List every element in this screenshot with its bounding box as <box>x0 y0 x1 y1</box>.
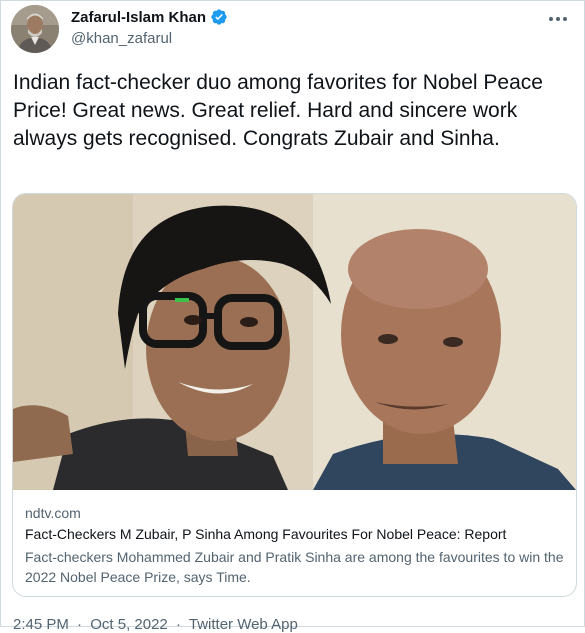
link-card[interactable]: ndtv.com Fact-Checkers M Zubair, P Sinha… <box>12 193 577 597</box>
tweet-time[interactable]: 2:45 PM <box>13 616 69 633</box>
tweet-text: Indian fact-checker duo among favorites … <box>13 71 543 150</box>
card-title: Fact-Checkers M Zubair, P Sinha Among Fa… <box>25 526 507 542</box>
tweet-date[interactable]: Oct 5, 2022 <box>90 616 168 633</box>
verified-badge-icon <box>211 9 227 25</box>
avatar-image <box>11 5 59 53</box>
tweet-meta: 2:45 PM · Oct 5, 2022 · Twitter Web App <box>13 616 302 633</box>
card-image <box>13 194 576 490</box>
author-display-name[interactable]: Zafarul-Islam Khan <box>71 9 206 26</box>
more-options-button[interactable] <box>546 8 570 30</box>
avatar[interactable] <box>11 5 59 53</box>
author-handle[interactable]: @khan_zafarul <box>71 30 172 47</box>
meta-separator: · <box>175 616 181 633</box>
author-name-row: Zafarul-Islam Khan <box>71 8 228 26</box>
card-description: Fact-checkers Mohammed Zubair and Pratik… <box>25 549 564 585</box>
tweet-source[interactable]: Twitter Web App <box>189 616 298 633</box>
meta-separator: · <box>77 616 83 633</box>
tweet-container: Zafarul-Islam Khan @khan_zafarul Indian … <box>0 0 585 633</box>
more-icon <box>549 17 567 21</box>
card-domain: ndtv.com <box>25 505 81 521</box>
